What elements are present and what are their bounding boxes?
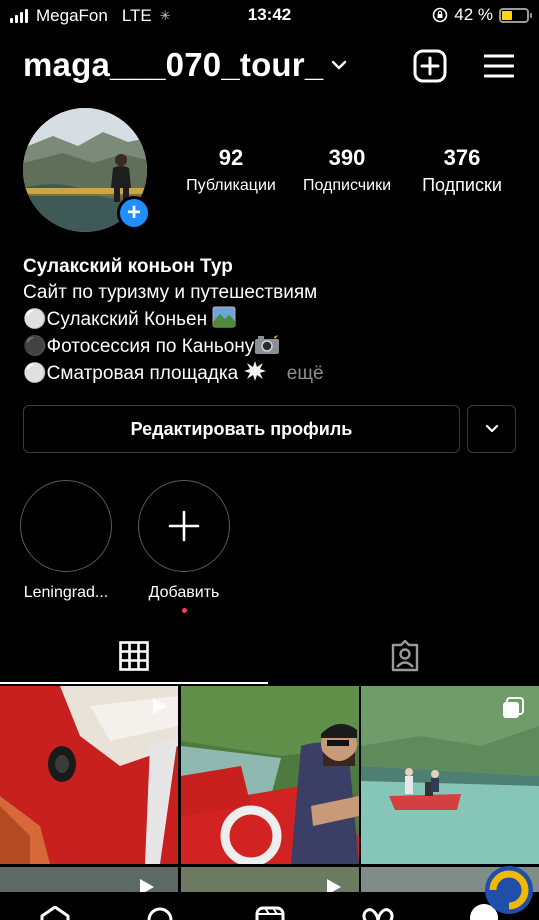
username: maga___070_tour_ <box>23 46 324 83</box>
status-bar: MegaFon LTE ✳ 13:42 42 % <box>0 0 539 32</box>
battery-icon <box>499 7 532 23</box>
highlight-label: Leningrad... <box>23 584 109 601</box>
plus-icon <box>168 510 200 542</box>
stat-posts-label: Публикации <box>186 177 276 194</box>
stat-followers-label: Подписчики <box>302 177 391 194</box>
tagged-person-icon <box>391 640 418 672</box>
account-switcher[interactable]: maga___070_tour_ <box>23 46 347 84</box>
stat-following[interactable]: 376 Подписки <box>410 145 514 196</box>
post-thumbnail[interactable] <box>361 686 539 864</box>
bio-line: Сайт по туризму и путешествиям <box>23 282 318 303</box>
chevron-down-icon <box>332 60 347 70</box>
overlay-badge-icon <box>485 866 533 914</box>
heart-icon[interactable] <box>362 906 394 920</box>
plus-square-icon <box>413 49 447 83</box>
status-right: 42 % <box>432 5 532 25</box>
bio-line-text: Сулакский Коньен <box>46 309 208 330</box>
menu-button[interactable] <box>481 48 517 84</box>
bio-line: ⚪Сулакский Коньен <box>23 306 324 333</box>
boat-driver-photo <box>181 686 359 864</box>
battery-level <box>502 10 513 20</box>
add-highlight-button[interactable]: Добавить <box>137 480 231 613</box>
suggestions-toggle-button[interactable] <box>467 405 516 453</box>
bio: Сулакский коньон Тур Сайт по туризму и п… <box>23 254 324 387</box>
battery-percent: 42 % <box>454 5 493 24</box>
profile-name: Сулакский коньон Тур <box>23 256 233 277</box>
highlight-item[interactable]: Leningrad... <box>19 480 113 602</box>
river-boat-photo <box>361 686 539 864</box>
boat-interior-photo <box>0 686 178 864</box>
stat-posts-value: 92 <box>218 145 244 170</box>
active-tab-indicator <box>0 682 268 684</box>
sparkle-burst-icon <box>244 361 267 381</box>
stat-followers[interactable]: 390 Подписчики <box>293 145 401 195</box>
stat-posts[interactable]: 92 Публикации <box>178 145 284 195</box>
chevron-down-icon <box>485 424 498 433</box>
bio-line-text: Фотосессия по Каньону <box>46 336 255 357</box>
home-icon[interactable] <box>40 906 70 920</box>
profile-tabs <box>0 628 539 684</box>
orientation-lock-icon <box>432 7 448 23</box>
highlight-label: Добавить <box>148 584 220 601</box>
bio-line-text: Сматровая площадка <box>46 363 239 384</box>
add-highlight-circle <box>138 480 230 572</box>
grid-icon <box>119 641 149 671</box>
reels-icon[interactable] <box>255 906 285 920</box>
stat-followers-value: 390 <box>328 145 366 170</box>
hamburger-menu-icon <box>484 54 514 78</box>
stat-following-label: Подписки <box>422 175 502 195</box>
bio-more-link[interactable]: ещё <box>287 363 324 384</box>
bio-line: ⚫Фотосессия по Каньону <box>23 333 324 360</box>
white-circle-icon: ⚪ <box>23 363 47 384</box>
black-circle-icon: ⚫ <box>23 336 47 357</box>
stat-following-value: 376 <box>443 145 481 170</box>
post-thumbnail[interactable] <box>0 686 178 864</box>
post-thumbnail[interactable] <box>181 686 359 864</box>
profile-header: maga___070_tour_ <box>0 42 539 92</box>
tab-tagged[interactable] <box>270 628 539 684</box>
notification-dot <box>181 608 187 613</box>
camera-flash-icon <box>255 333 280 354</box>
bottom-nav <box>0 892 539 920</box>
add-story-button[interactable]: + <box>117 196 151 230</box>
highlight-cover <box>20 480 112 572</box>
tab-grid[interactable] <box>0 628 268 684</box>
edit-profile-button[interactable]: Редактировать профиль <box>23 405 460 453</box>
white-circle-icon: ⚪ <box>23 309 47 330</box>
search-icon[interactable] <box>146 906 174 920</box>
landscape-picture-icon <box>212 306 236 328</box>
create-post-button[interactable] <box>412 48 448 84</box>
bio-line: ⚪Сматровая площадка ещё <box>23 360 324 387</box>
